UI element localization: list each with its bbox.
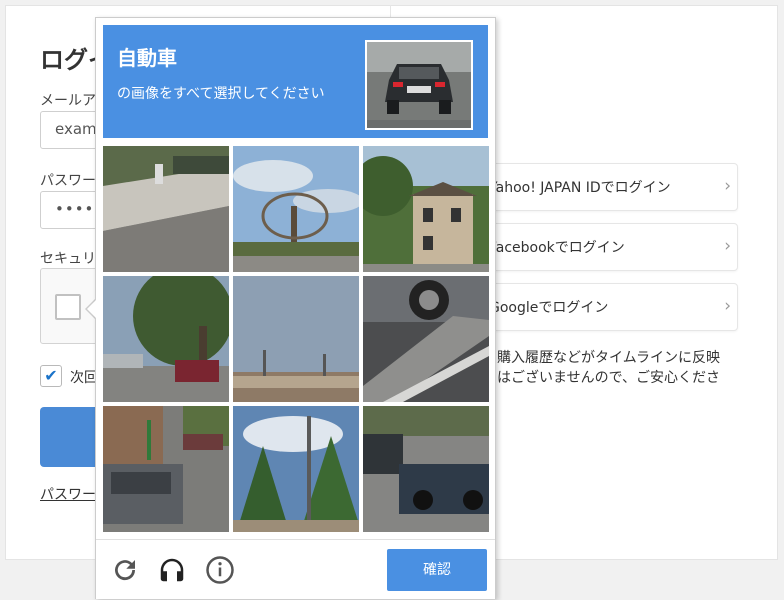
captcha-title: 自動車 [117,46,177,70]
captcha-checkbox[interactable] [55,294,81,320]
google-login-label: Googleでログイン [489,300,609,316]
image-grid [103,146,489,532]
captcha-instructions: の画像をすべて選択してください [117,86,325,102]
captcha-footer: 確認 [96,539,495,599]
chevron-right-icon: › [724,176,731,196]
image-tile[interactable] [363,146,489,272]
image-tile[interactable] [233,406,359,532]
social-note-line: ・購入履歴などがタイムラインに反映 [483,350,721,366]
checkmark-icon: ✔ [44,366,58,385]
social-note-line: とはございませんので、ご安心くださ [483,370,721,386]
image-tile[interactable] [103,276,229,402]
captcha-challenge-popup: 自動車 の画像をすべて選択してください 確認 [95,17,496,599]
facebook-login-label: Facebookでログイン [489,240,625,256]
info-icon[interactable] [205,555,235,585]
image-tile[interactable] [103,146,229,272]
image-tile[interactable] [233,146,359,272]
image-tile[interactable] [103,406,229,532]
verify-button[interactable]: 確認 [387,549,487,591]
remember-checkbox[interactable]: ✔ [40,365,62,387]
chevron-right-icon: › [724,236,731,256]
headphones-icon[interactable] [157,555,187,585]
chevron-right-icon: › [724,296,731,316]
reload-icon[interactable] [110,555,140,585]
yahoo-login-label: Yahoo! JAPAN IDでログイン [489,180,671,196]
captcha-header: 自動車 の画像をすべて選択してください [103,25,488,138]
image-tile[interactable] [233,276,359,402]
image-tile[interactable] [363,406,489,532]
image-tile[interactable] [363,276,489,402]
popup-pointer-fill [87,299,97,319]
sample-image [365,40,473,130]
